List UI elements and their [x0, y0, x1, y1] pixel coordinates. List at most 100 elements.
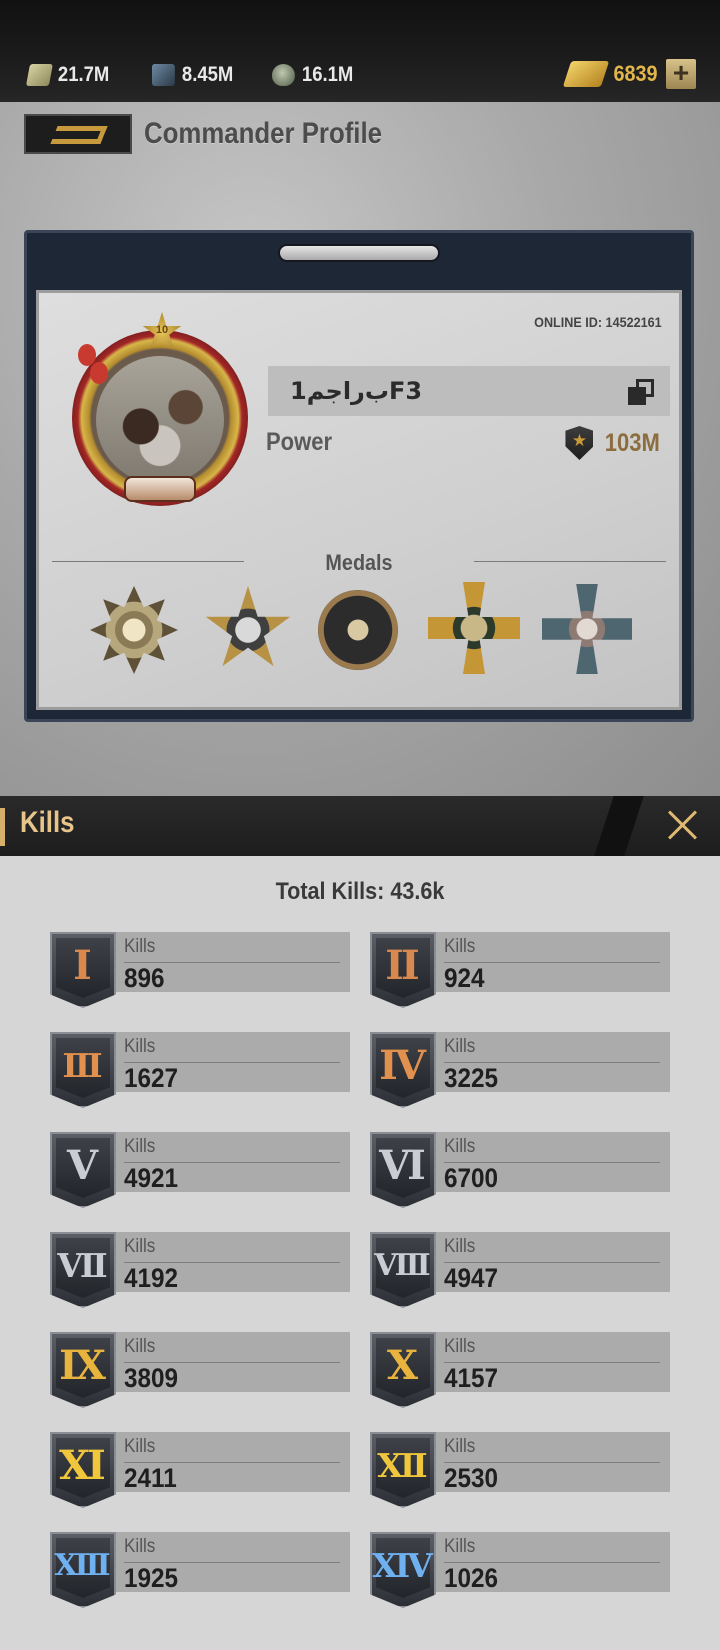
kills-title: Kills: [20, 806, 75, 839]
tier-rank: V: [66, 1142, 98, 1189]
tier-rank: IX: [59, 1342, 106, 1389]
cash-value: 21.7M: [57, 63, 110, 86]
avatar-photo: [96, 356, 224, 484]
tier-rank: IV: [379, 1042, 426, 1089]
card-handle: [278, 244, 440, 262]
cake-icon: [124, 476, 196, 502]
kill-tier-card: X Kills 4157: [370, 1332, 672, 1408]
kill-label: Kills: [124, 1136, 156, 1157]
kill-count: 2411: [124, 1463, 177, 1493]
medals-header: Medals: [52, 550, 666, 575]
tier-rank: VI: [379, 1142, 426, 1189]
kill-tier-card: II Kills 924: [370, 932, 672, 1008]
kill-label: Kills: [444, 1336, 476, 1357]
add-gold-button[interactable]: +: [666, 59, 696, 89]
tier-rank: XIII: [54, 1548, 110, 1583]
oil-value: 16.1M: [301, 63, 354, 86]
kill-tier-card: XI Kills 2411: [50, 1432, 352, 1508]
header-accent: [0, 808, 5, 846]
kill-tier-card: III Kills 1627: [50, 1032, 352, 1108]
power-shield-icon: [565, 426, 594, 460]
cash-resource[interactable]: 21.7M: [25, 60, 110, 90]
tier-rank: XIV: [372, 1546, 433, 1585]
kill-tier-card: XIV Kills 1026: [370, 1532, 672, 1608]
tier-rank: VII: [57, 1246, 107, 1285]
header-slash: [594, 796, 644, 856]
gold-resource[interactable]: 6839 +: [562, 58, 696, 90]
gold-icon: [562, 61, 610, 87]
oil-icon: [272, 64, 295, 86]
balloon-icon: [90, 362, 108, 384]
copy-icon[interactable]: [626, 379, 654, 405]
kill-label: Kills: [444, 936, 476, 957]
kill-count: 896: [124, 963, 165, 993]
kill-count: 924: [444, 963, 485, 993]
kill-count: 4921: [124, 1163, 179, 1193]
oil-resource[interactable]: 16.1M: [272, 60, 353, 90]
medal-icon[interactable]: [204, 586, 292, 674]
kill-count: 2530: [444, 1463, 499, 1493]
kill-label: Kills: [444, 1236, 476, 1257]
kill-tier-card: IX Kills 3809: [50, 1332, 352, 1408]
medal-icon[interactable]: [318, 590, 398, 670]
kill-label: Kills: [124, 1236, 156, 1257]
power-number: 103M: [605, 428, 661, 457]
kills-panel-header: Kills: [0, 796, 720, 856]
kill-label: Kills: [444, 1136, 476, 1157]
medal-icon[interactable]: [542, 584, 632, 674]
kill-count: 6700: [444, 1163, 499, 1193]
tier-rank: XI: [59, 1442, 106, 1489]
back-arrow-icon: [50, 126, 108, 144]
total-kills: Total Kills: 43.6k: [275, 878, 445, 905]
resource-bar: 21.7M 8.45M 16.1M 6839 +: [0, 0, 720, 102]
kill-tier-card: VIII Kills 4947: [370, 1232, 672, 1308]
kill-count: 1026: [444, 1563, 499, 1593]
kill-count: 4947: [444, 1263, 499, 1293]
steel-value: 8.45M: [181, 63, 234, 86]
commander-name: ب‌راجم1F3: [290, 377, 423, 405]
kill-label: Kills: [444, 1036, 476, 1057]
kill-label: Kills: [124, 1436, 156, 1457]
kill-label: Kills: [124, 1036, 156, 1057]
page-title: Commander Profile: [144, 117, 382, 150]
tier-rank: III: [62, 1046, 102, 1085]
kill-tier-card: XIII Kills 1925: [50, 1532, 352, 1608]
kill-label: Kills: [124, 1536, 156, 1557]
tier-rank: II: [385, 942, 419, 989]
tier-rank: XII: [377, 1446, 427, 1485]
cash-icon: [25, 64, 53, 86]
steel-icon: [152, 64, 175, 86]
steel-resource[interactable]: 8.45M: [152, 60, 233, 90]
kill-label: Kills: [444, 1536, 476, 1557]
kill-count: 1627: [124, 1063, 179, 1093]
power-label: Power: [266, 428, 333, 456]
avatar[interactable]: 10: [62, 308, 258, 508]
tier-rank: I: [73, 942, 92, 989]
medal-icon[interactable]: [90, 586, 178, 674]
kill-label: Kills: [444, 1436, 476, 1457]
power-value: 103M: [565, 426, 664, 460]
kill-count: 4192: [124, 1263, 179, 1293]
kill-count: 3809: [124, 1363, 179, 1393]
title-row: Commander Profile: [24, 114, 421, 154]
kill-tier-card: IV Kills 3225: [370, 1032, 672, 1108]
close-button[interactable]: [660, 802, 706, 848]
medal-icon[interactable]: [428, 582, 520, 674]
kill-tier-card: XII Kills 2530: [370, 1432, 672, 1508]
commander-name-box: ب‌راجم1F3: [268, 366, 670, 416]
kill-tier-card: VI Kills 6700: [370, 1132, 672, 1208]
kill-tier-card: V Kills 4921: [50, 1132, 352, 1208]
tier-rank: X: [386, 1342, 418, 1389]
kill-tier-card: VII Kills 4192: [50, 1232, 352, 1308]
gold-value: 6839: [613, 61, 658, 86]
kill-count: 3225: [444, 1063, 499, 1093]
kill-label: Kills: [124, 1336, 156, 1357]
online-id: ONLINE ID: 14522161: [534, 314, 662, 330]
back-button[interactable]: [24, 114, 132, 154]
tier-rank: VIII: [374, 1248, 430, 1283]
kill-label: Kills: [124, 936, 156, 957]
medals-title: Medals: [325, 550, 393, 575]
kill-count: 4157: [444, 1363, 499, 1393]
kill-tier-card: I Kills 896: [50, 932, 352, 1008]
kill-count: 1925: [124, 1563, 179, 1593]
